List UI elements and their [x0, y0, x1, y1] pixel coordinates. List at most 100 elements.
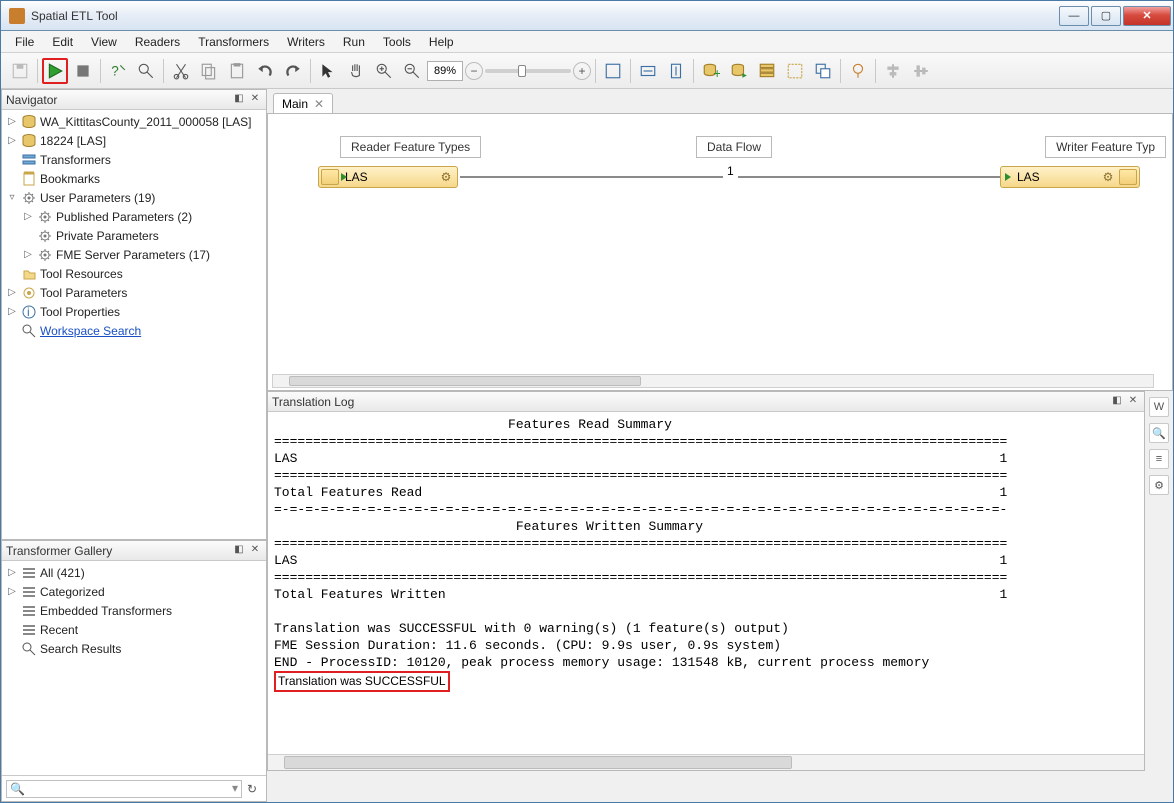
help-arrow-icon[interactable]: ? [105, 58, 131, 84]
fit-height-icon[interactable] [663, 58, 689, 84]
expand-icon[interactable]: ▷ [6, 135, 18, 147]
fit-width-icon[interactable] [635, 58, 661, 84]
undo-icon[interactable] [252, 58, 278, 84]
zoom-value[interactable]: 89% [427, 61, 463, 81]
tree-item[interactable]: Recent [6, 620, 264, 639]
panel-undock-icon[interactable]: ◧ [1110, 395, 1124, 409]
expand-icon[interactable] [6, 173, 18, 185]
tree-item[interactable]: Private Parameters [6, 226, 264, 245]
db-arrow-icon[interactable] [726, 58, 752, 84]
tree-item[interactable]: ▷Tool Parameters [6, 283, 264, 302]
copy-icon[interactable] [196, 58, 222, 84]
expand-icon[interactable] [6, 643, 18, 655]
align-v-icon[interactable] [908, 58, 934, 84]
expand-icon[interactable] [6, 325, 18, 337]
minimize-button[interactable]: — [1059, 6, 1089, 26]
tree-item[interactable]: Bookmarks [6, 169, 264, 188]
align-h-icon[interactable] [880, 58, 906, 84]
panel-close-icon[interactable]: ✕ [248, 544, 262, 558]
tree-item[interactable]: Search Results [6, 639, 264, 658]
pan-icon[interactable] [343, 58, 369, 84]
save-button[interactable] [7, 58, 33, 84]
menu-readers[interactable]: Readers [127, 33, 188, 51]
menu-tools[interactable]: Tools [375, 33, 419, 51]
dropdown-icon[interactable]: ▾ [232, 781, 238, 795]
tree-item[interactable]: ▷iTool Properties [6, 302, 264, 321]
navigator-tree[interactable]: ▷WA_KittitasCounty_2011_000058 [LAS]▷182… [2, 110, 266, 539]
panel-close-icon[interactable]: ✕ [1126, 395, 1140, 409]
log-tool-gear-icon[interactable]: ⚙ [1149, 475, 1169, 495]
cut-icon[interactable] [168, 58, 194, 84]
menu-run[interactable]: Run [335, 33, 373, 51]
zoom-plus-button[interactable]: + [573, 62, 591, 80]
tree-item[interactable]: ▷18224 [LAS] [6, 131, 264, 150]
canvas-scrollbar[interactable] [272, 374, 1154, 388]
expand-icon[interactable] [6, 605, 18, 617]
reader-node[interactable]: LAS ⚙ [318, 166, 458, 188]
expand-icon[interactable]: ▷ [22, 249, 34, 261]
select-rect-icon[interactable] [782, 58, 808, 84]
stop-button[interactable] [70, 58, 96, 84]
zoom-minus-button[interactable]: − [465, 62, 483, 80]
log-tool-find-icon[interactable]: 🔍 [1149, 423, 1169, 443]
tab-main[interactable]: Main✕ [273, 93, 333, 113]
gallery-tree[interactable]: ▷All (421)▷CategorizedEmbedded Transform… [2, 561, 266, 775]
expand-icon[interactable] [6, 268, 18, 280]
run-button[interactable] [42, 58, 68, 84]
menu-transformers[interactable]: Transformers [190, 33, 277, 51]
menu-edit[interactable]: Edit [44, 33, 81, 51]
expand-icon[interactable]: ▿ [6, 192, 18, 204]
expand-icon[interactable] [22, 230, 34, 242]
tree-item[interactable]: ▷WA_KittitasCounty_2011_000058 [LAS] [6, 112, 264, 131]
close-button[interactable]: ✕ [1123, 6, 1171, 26]
tree-item[interactable]: ▷Categorized [6, 582, 264, 601]
tree-item[interactable]: ▷Published Parameters (2) [6, 207, 264, 226]
tree-item[interactable]: ▷All (421) [6, 563, 264, 582]
expand-icon[interactable]: ▷ [6, 567, 18, 579]
canvas[interactable]: Reader Feature Types Data Flow Writer Fe… [267, 113, 1173, 391]
tree-item[interactable]: Embedded Transformers [6, 601, 264, 620]
log-tool-filter-icon[interactable]: ≡ [1149, 449, 1169, 469]
panel-undock-icon[interactable]: ◧ [232, 544, 246, 558]
inspect-icon[interactable] [845, 58, 871, 84]
writer-node[interactable]: LAS ⚙ [1000, 166, 1140, 188]
expand-icon[interactable]: ▷ [6, 306, 18, 318]
expand-icon[interactable]: ▷ [6, 116, 18, 128]
zoom-out-icon[interactable] [399, 58, 425, 84]
fit-window-icon[interactable] [600, 58, 626, 84]
maximize-button[interactable]: ▢ [1091, 6, 1121, 26]
tree-item[interactable]: Tool Resources [6, 264, 264, 283]
zoom-in-icon[interactable] [371, 58, 397, 84]
search-zoom-icon[interactable] [133, 58, 159, 84]
tree-item[interactable]: Workspace Search [6, 321, 264, 340]
close-icon[interactable]: ✕ [314, 97, 324, 111]
tree-item[interactable]: ▿User Parameters (19) [6, 188, 264, 207]
tree-item[interactable]: ▷FME Server Parameters (17) [6, 245, 264, 264]
expand-icon[interactable] [6, 154, 18, 166]
gear-icon[interactable]: ⚙ [1099, 169, 1117, 185]
gallery-search-input[interactable] [6, 780, 242, 798]
pointer-icon[interactable] [315, 58, 341, 84]
log-tool-w-icon[interactable]: W [1149, 397, 1169, 417]
panel-undock-icon[interactable]: ◧ [232, 93, 246, 107]
panel-close-icon[interactable]: ✕ [248, 93, 262, 107]
menu-file[interactable]: File [7, 33, 42, 51]
menu-view[interactable]: View [83, 33, 125, 51]
redo-icon[interactable] [280, 58, 306, 84]
gear-icon[interactable]: ⚙ [437, 169, 455, 185]
menu-writers[interactable]: Writers [279, 33, 333, 51]
expand-icon[interactable]: ▷ [6, 586, 18, 598]
db-plus-icon[interactable]: + [698, 58, 724, 84]
list-icon[interactable] [754, 58, 780, 84]
paste-icon[interactable] [224, 58, 250, 84]
log-output[interactable]: Features Read Summary ==================… [268, 412, 1144, 754]
windows-icon[interactable] [810, 58, 836, 84]
menu-help[interactable]: Help [421, 33, 462, 51]
expand-icon[interactable] [6, 624, 18, 636]
refresh-icon[interactable]: ↻ [242, 776, 262, 802]
zoom-slider[interactable] [485, 69, 571, 73]
expand-icon[interactable]: ▷ [6, 287, 18, 299]
log-scrollbar[interactable] [268, 754, 1144, 770]
tree-item[interactable]: Transformers [6, 150, 264, 169]
expand-icon[interactable]: ▷ [22, 211, 34, 223]
